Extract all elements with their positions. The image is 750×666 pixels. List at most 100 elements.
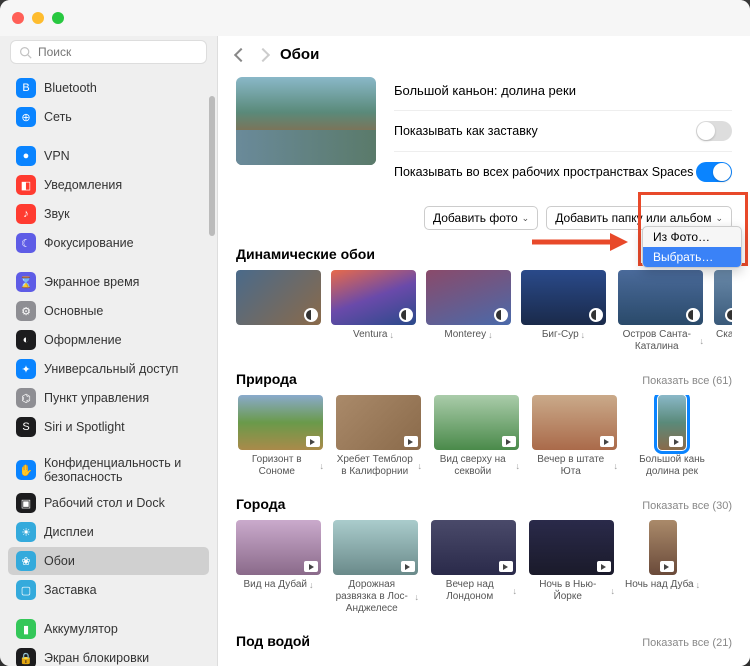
sidebar-item-универсальный-доступ[interactable]: ✦Универсальный доступ: [8, 355, 209, 383]
sidebar-item-пункт-управления[interactable]: ⌬Пункт управления: [8, 384, 209, 412]
sidebar-icon: ♪: [16, 204, 36, 224]
wallpaper-item[interactable]: Вид на Дубай↓: [236, 520, 321, 615]
wallpaper-item[interactable]: Вечер в штате Юта↓: [530, 395, 618, 478]
sidebar-icon: ▢: [16, 580, 36, 600]
wallpaper-item[interactable]: Остров Санта-Каталина↓: [616, 270, 704, 353]
download-icon: ↓: [488, 330, 493, 341]
zoom-icon[interactable]: [52, 12, 64, 24]
wallpaper-item[interactable]: Хребет Темблор в Калифорнии↓: [334, 395, 422, 478]
scrollbar[interactable]: [209, 96, 215, 236]
sidebar-item-label: Оформление: [44, 333, 122, 347]
add-photo-dropdown: Из Фото… Выбрать…: [642, 226, 742, 268]
spaces-label: Показывать во всех рабочих пространствах…: [394, 165, 693, 179]
sidebar-item-vpn[interactable]: ●VPN: [8, 142, 209, 170]
play-badge-icon: [306, 436, 320, 447]
wallpaper-thumbnail: [336, 395, 421, 450]
wallpaper-item[interactable]: Горизонт в Сономе↓: [236, 395, 324, 478]
sidebar-icon: ☀: [16, 522, 36, 542]
dropdown-item-from-photos[interactable]: Из Фото…: [643, 227, 741, 247]
sidebar-item-обои[interactable]: ❀Обои: [8, 547, 209, 575]
chevron-down-icon: ⌄: [522, 213, 530, 224]
play-badge-icon: [499, 561, 513, 572]
wallpaper-item[interactable]: Дорожная развязка в Лос-Анджелесе↓: [331, 520, 419, 615]
play-badge-icon: [597, 561, 611, 572]
spaces-toggle[interactable]: [696, 162, 732, 182]
sidebar-item-label: Пункт управления: [44, 391, 149, 405]
dynamic-badge-icon: [494, 308, 508, 322]
main-content: Обои Большой каньон: долина реки Показыв…: [218, 36, 750, 666]
wallpaper-label: Вечер над Лондоном↓: [429, 579, 517, 603]
wallpaper-item[interactable]: Большой кань долина рек: [628, 395, 716, 478]
download-icon: ↓: [309, 580, 314, 591]
sidebar-item-label: Фокусирование: [44, 236, 134, 250]
current-wallpaper-preview: [236, 77, 376, 165]
wallpaper-item[interactable]: Ventura↓: [331, 270, 416, 353]
sidebar-item-siri-и-spotlight[interactable]: SSiri и Spotlight: [8, 413, 209, 441]
wallpaper-item[interactable]: Ночь в Нью-Йорке↓: [527, 520, 615, 615]
section-title: Города: [236, 496, 285, 512]
wallpaper-thumbnail: [649, 520, 677, 575]
download-icon: ↓: [614, 461, 619, 472]
wallpaper-label: Monterey↓: [444, 329, 492, 341]
sidebar-item-конфиденциальность-и-безопасность[interactable]: ✋Конфиденциальность и безопасность: [8, 452, 209, 488]
screensaver-label: Показывать как заставку: [394, 124, 538, 138]
add-photo-button[interactable]: Добавить фото ⌄: [424, 206, 538, 230]
wallpaper-thumbnail: [431, 520, 516, 575]
dynamic-badge-icon: [725, 308, 732, 322]
dropdown-item-choose[interactable]: Выбрать…: [643, 247, 741, 267]
wallpaper-label: Дорожная развязка в Лос-Анджелесе↓: [331, 579, 419, 615]
wallpaper-item[interactable]: Вид сверху на секвойи↓: [432, 395, 520, 478]
sidebar-item-основные[interactable]: ⚙Основные: [8, 297, 209, 325]
show-all-link[interactable]: Показать все (21): [642, 637, 732, 649]
download-icon: ↓: [415, 592, 420, 603]
wallpaper-label: Ventura↓: [353, 329, 394, 341]
sidebar-item-заставка[interactable]: ▢Заставка: [8, 576, 209, 604]
sidebar-item-рабочий-стол-и-dock[interactable]: ▣Рабочий стол и Dock: [8, 489, 209, 517]
wallpaper-item[interactable]: Monterey↓: [426, 270, 511, 353]
spaces-row: Показывать во всех рабочих пространствах…: [394, 152, 732, 192]
back-button[interactable]: [234, 47, 248, 61]
section-title: Природа: [236, 371, 297, 387]
search-field[interactable]: [10, 40, 207, 64]
wallpaper-item[interactable]: Биг-Сур↓: [521, 270, 606, 353]
sidebar-item-сеть[interactable]: ⊕Сеть: [8, 103, 209, 131]
sidebar-item-аккумулятор[interactable]: ▮Аккумулятор: [8, 615, 209, 643]
sidebar-icon: ◧: [16, 175, 36, 195]
wallpaper-thumbnail: [434, 395, 519, 450]
wallpaper-item[interactable]: Ночь над Дуба↓: [625, 520, 700, 615]
screensaver-toggle[interactable]: [696, 121, 732, 141]
play-badge-icon: [660, 561, 674, 572]
wallpaper-thumbnail: [618, 270, 703, 325]
sidebar-item-оформление[interactable]: ◐Оформление: [8, 326, 209, 354]
section-underwater: Под водойПоказать все (21): [236, 633, 732, 649]
sidebar-item-label: Основные: [44, 304, 103, 318]
sidebar: BBluetooth⊕Сеть ●VPN◧Уведомления♪Звук☾Фок…: [0, 36, 218, 666]
play-badge-icon: [502, 436, 516, 447]
sidebar-item-экранное-время[interactable]: ⌛Экранное время: [8, 268, 209, 296]
wallpaper-thumbnail: [521, 270, 606, 325]
show-all-link[interactable]: Показать все (30): [642, 500, 732, 512]
wallpaper-item[interactable]: Вечер над Лондоном↓: [429, 520, 517, 615]
wallpaper-item[interactable]: Ска↓: [714, 270, 732, 353]
close-icon[interactable]: [12, 12, 24, 24]
forward-button[interactable]: [256, 47, 270, 61]
annotation-arrow-icon: [528, 228, 628, 263]
play-badge-icon: [669, 436, 683, 447]
sidebar-item-label: Экранное время: [44, 275, 139, 289]
section-title: Динамические обои: [236, 246, 375, 262]
sidebar-item-label: Дисплеи: [44, 525, 94, 539]
dynamic-badge-icon: [399, 308, 413, 322]
sidebar-item-уведомления[interactable]: ◧Уведомления: [8, 171, 209, 199]
show-all-link[interactable]: Показать все (61): [642, 375, 732, 387]
search-input[interactable]: [38, 45, 198, 59]
sidebar-item-bluetooth[interactable]: BBluetooth: [8, 74, 209, 102]
sidebar-item-звук[interactable]: ♪Звук: [8, 200, 209, 228]
sidebar-item-экран-блокировки[interactable]: 🔒Экран блокировки: [8, 644, 209, 666]
minimize-icon[interactable]: [32, 12, 44, 24]
sidebar-icon: ❀: [16, 551, 36, 571]
sidebar-item-фокусирование[interactable]: ☾Фокусирование: [8, 229, 209, 257]
wallpaper-label: Большой кань долина рек: [628, 454, 716, 478]
sidebar-item-дисплеи[interactable]: ☀ Дисплеи: [8, 518, 209, 546]
wallpaper-item[interactable]: [236, 270, 321, 353]
sidebar-icon: S: [16, 417, 36, 437]
